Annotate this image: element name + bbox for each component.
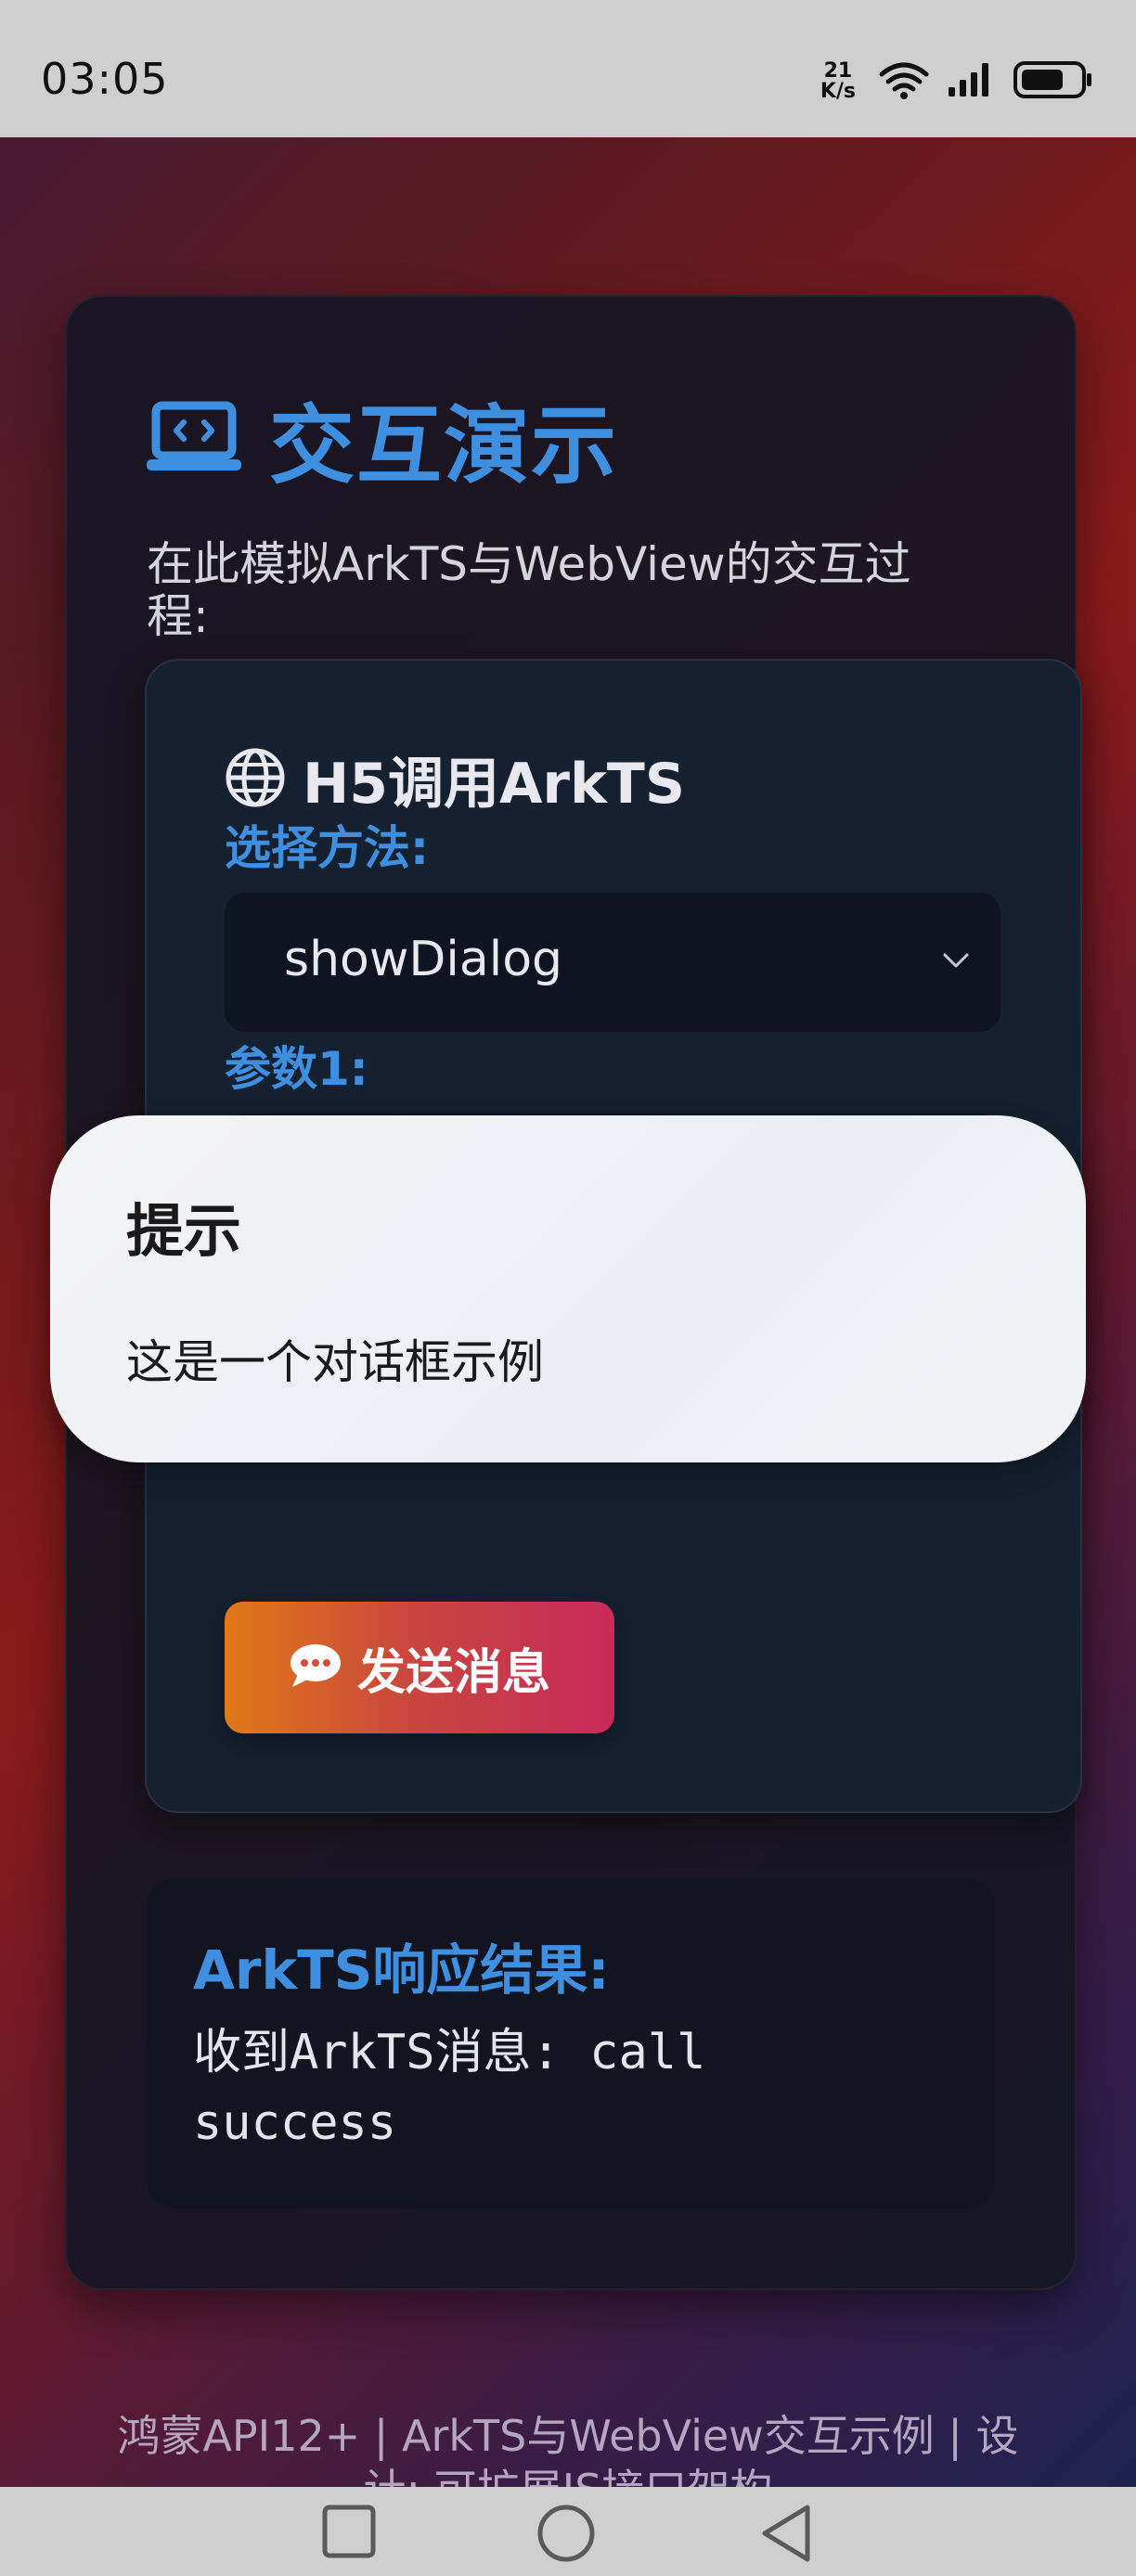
param1-label: 参数1: [225, 1042, 368, 1096]
network-speed-value: 21 [823, 59, 853, 83]
status-icons: 21 K/s [820, 59, 1093, 104]
result-text: 收到ArkTS消息: call success [193, 2025, 706, 2151]
card-title: 交互演示 [147, 377, 618, 500]
card-title-text: 交互演示 [269, 396, 619, 496]
back-triangle-icon[interactable] [759, 2504, 815, 2567]
panel-title-text: H5调用ArkTS [303, 752, 686, 817]
status-time: 03:05 [41, 54, 169, 104]
navigation-bar [0, 2487, 1136, 2576]
dialog-title: 提示 [126, 1197, 242, 1265]
method-select[interactable]: showDialog [225, 893, 1000, 1032]
result-box: ArkTS响应结果: 收到ArkTS消息: call success [147, 1878, 995, 2209]
send-button-label: 发送消息 [356, 1644, 550, 1701]
recents-square-icon[interactable] [321, 2504, 377, 2563]
chevron-down-icon [939, 944, 973, 981]
network-speed-unit: K/s [820, 80, 856, 103]
alert-dialog[interactable]: 提示 这是一个对话框示例 [50, 1115, 1086, 1462]
method-select-value: showDialog [284, 932, 563, 987]
network-speed: 21 K/s [820, 61, 856, 102]
status-bar: 03:05 21 K/s [0, 0, 1136, 137]
dialog-message: 这是一个对话框示例 [126, 1335, 544, 1389]
wifi-icon [878, 59, 930, 104]
laptop-code-icon [147, 400, 241, 478]
send-message-button[interactable]: 发送消息 [225, 1602, 614, 1733]
method-label: 选择方法: [225, 821, 429, 875]
panel-title: H5调用ArkTS [225, 739, 685, 819]
home-circle-icon[interactable] [536, 2504, 596, 2567]
globe-icon [225, 747, 286, 812]
result-title: ArkTS响应结果: [193, 1938, 610, 2002]
comment-dots-icon [289, 1642, 342, 1693]
card-description: 在此模拟ArkTS与WebView的交互过程: [147, 537, 911, 643]
signal-icon [947, 61, 997, 102]
battery-icon [1013, 60, 1093, 103]
